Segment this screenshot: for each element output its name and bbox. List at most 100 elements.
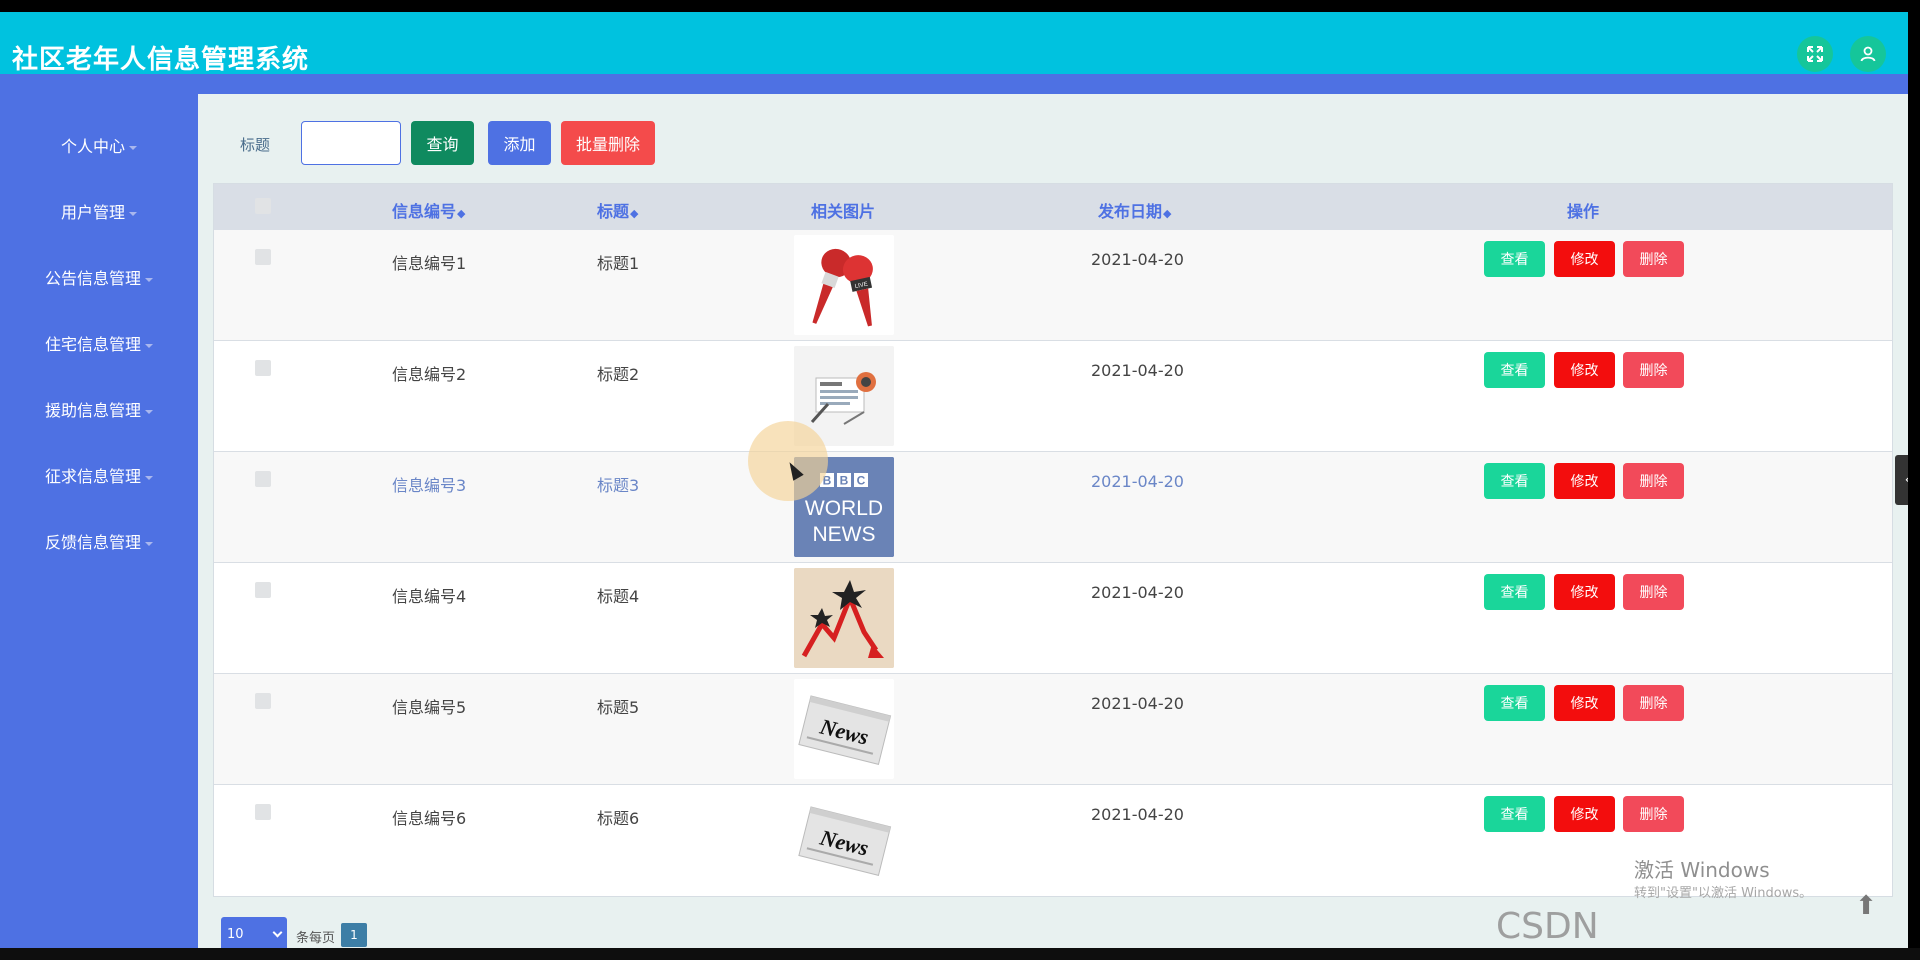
caret-down-icon [145, 277, 153, 282]
news-paper-image: News [794, 679, 894, 779]
fullscreen-button[interactable] [1797, 36, 1833, 72]
chart-arrow-image [794, 568, 894, 668]
table-row: 信息编号3 标题3 B B C WORLD NEWS 2021-04-20 查看… [214, 452, 1892, 563]
add-button[interactable]: 添加 [488, 121, 551, 165]
header-strip [0, 74, 1908, 94]
page-size-select[interactable]: 10 [221, 917, 287, 951]
cell-image[interactable]: News [794, 679, 894, 779]
sidebar-item-label: 用户管理 [60, 203, 125, 222]
cursor-highlight [748, 421, 828, 501]
top-border [0, 0, 1920, 12]
sidebar-item-label: 援助信息管理 [44, 401, 141, 420]
sidebar-item-personal-center[interactable]: 个人中心 [0, 133, 198, 157]
row-checkbox[interactable] [255, 582, 271, 598]
row-checkbox[interactable] [255, 249, 271, 265]
caret-down-icon [145, 343, 153, 348]
chevron-down-icon [272, 927, 283, 938]
edit-button[interactable]: 修改 [1554, 685, 1615, 721]
delete-button[interactable]: 删除 [1623, 685, 1684, 721]
sidebar-item-label: 反馈信息管理 [44, 533, 141, 552]
microphones-news-image: LIVE [794, 235, 894, 335]
sidebar-item-feedback-management[interactable]: 反馈信息管理 [0, 529, 198, 553]
delete-button[interactable]: 删除 [1623, 241, 1684, 277]
row-checkbox[interactable] [255, 360, 271, 376]
back-to-top-button[interactable]: ⬆ [1848, 888, 1884, 924]
caret-down-icon [145, 409, 153, 414]
expand-icon [1807, 46, 1823, 62]
view-button[interactable]: 查看 [1484, 796, 1545, 832]
sort-icon: ◆ [630, 207, 639, 220]
query-button[interactable]: 查询 [411, 121, 474, 165]
caret-down-icon [129, 145, 137, 150]
cell-id: 信息编号2 [392, 365, 467, 384]
windows-activation-title: 激活 Windows [1634, 858, 1770, 882]
cell-id: 信息编号3 [392, 476, 467, 495]
cell-id: 信息编号5 [392, 698, 467, 717]
cell-date: 2021-04-20 [1091, 694, 1184, 713]
page-number-button[interactable]: 1 [341, 923, 367, 947]
search-title-input[interactable] [301, 121, 401, 165]
svg-text:WORLD: WORLD [805, 497, 883, 520]
row-checkbox[interactable] [255, 804, 271, 820]
column-header-actions: 操作 [1567, 202, 1600, 221]
view-button[interactable]: 查看 [1484, 241, 1545, 277]
cell-date: 2021-04-20 [1091, 361, 1184, 380]
edit-button[interactable]: 修改 [1554, 796, 1615, 832]
row-checkbox[interactable] [255, 693, 271, 709]
column-header-title[interactable]: 标题◆ [597, 198, 638, 222]
caret-down-icon [145, 541, 153, 546]
delete-button[interactable]: 删除 [1623, 796, 1684, 832]
row-checkbox[interactable] [255, 471, 271, 487]
cell-id: 信息编号6 [392, 809, 467, 828]
sidebar-item-user-management[interactable]: 用户管理 [0, 199, 198, 223]
sidebar-item-residence-management[interactable]: 住宅信息管理 [0, 331, 198, 355]
caret-down-icon [145, 475, 153, 480]
sidebar-item-label: 个人中心 [60, 137, 125, 156]
column-header-id[interactable]: 信息编号◆ [392, 198, 465, 222]
view-button[interactable]: 查看 [1484, 685, 1545, 721]
sidebar-item-solicitation-management[interactable]: 征求信息管理 [0, 463, 198, 487]
app-header: 社区老年人信息管理系统 [0, 12, 1908, 75]
delete-button[interactable]: 删除 [1623, 352, 1684, 388]
cell-title: 标题6 [597, 809, 640, 828]
per-page-label: 条每页 [296, 931, 336, 946]
view-button[interactable]: 查看 [1484, 352, 1545, 388]
cell-id: 信息编号4 [392, 587, 467, 606]
cell-title: 标题3 [597, 476, 640, 495]
edit-button[interactable]: 修改 [1554, 241, 1615, 277]
delete-button[interactable]: 删除 [1623, 463, 1684, 499]
cell-image[interactable]: LIVE [794, 235, 894, 335]
cell-title: 标题2 [597, 365, 640, 384]
edit-button[interactable]: 修改 [1554, 463, 1615, 499]
user-menu-button[interactable] [1850, 36, 1886, 72]
select-all-checkbox[interactable] [255, 198, 271, 214]
info-table: 信息编号◆ 标题◆ 相关图片 发布日期◆ 操作 信息编号1 标题1 LIVE 2… [213, 183, 1893, 897]
view-button[interactable]: 查看 [1484, 574, 1545, 610]
search-title-label: 标题 [240, 136, 271, 154]
table-row: 信息编号5 标题5 News 2021-04-20 查看 修改 删除 [214, 674, 1892, 785]
cell-title: 标题1 [597, 254, 640, 273]
sidebar-item-label: 公告信息管理 [44, 269, 141, 288]
view-button[interactable]: 查看 [1484, 463, 1545, 499]
delete-button[interactable]: 删除 [1623, 574, 1684, 610]
sidebar-item-announcement-management[interactable]: 公告信息管理 [0, 265, 198, 289]
batch-delete-button[interactable]: 批量删除 [561, 121, 655, 165]
user-icon [1860, 46, 1876, 62]
cell-date: 2021-04-20 [1091, 250, 1184, 269]
news-paper-image: News [794, 790, 894, 890]
table-row: 信息编号1 标题1 LIVE 2021-04-20 查看 修改 删除 [214, 230, 1892, 341]
column-header-date[interactable]: 发布日期◆ [1098, 198, 1171, 222]
caret-down-icon [129, 211, 137, 216]
column-header-image: 相关图片 [811, 202, 876, 221]
edit-button[interactable]: 修改 [1554, 352, 1615, 388]
sidebar-item-assistance-management[interactable]: 援助信息管理 [0, 397, 198, 421]
svg-text:C: C [857, 474, 866, 488]
cell-image[interactable]: News [794, 790, 894, 890]
table-row: 信息编号2 标题2 2021-04-20 查看 修改 删除 [214, 341, 1892, 452]
cell-image[interactable] [794, 568, 894, 668]
cell-date: 2021-04-20 [1091, 583, 1184, 602]
svg-text:B: B [840, 474, 849, 488]
sidebar: 个人中心 用户管理 公告信息管理 住宅信息管理 援助信息管理 征求信息管理 反馈… [0, 74, 198, 948]
edit-button[interactable]: 修改 [1554, 574, 1615, 610]
sort-icon: ◆ [1163, 207, 1172, 220]
